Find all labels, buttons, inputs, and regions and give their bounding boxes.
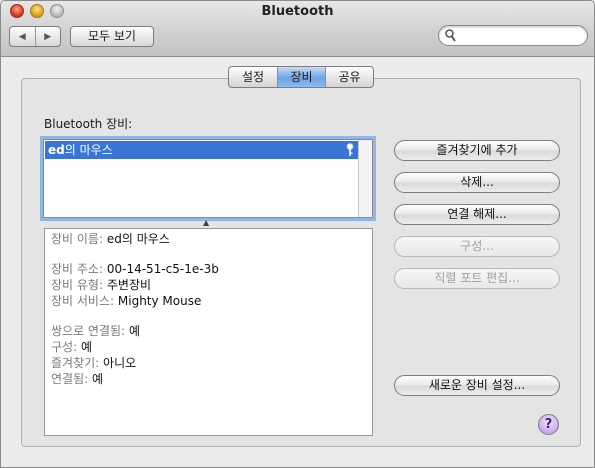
key-icon xyxy=(346,143,354,156)
help-icon: ? xyxy=(544,417,553,432)
device-list-scrollbar[interactable] xyxy=(358,140,372,217)
edit-serial-ports-button[interactable]: 직렬 포트 편집... xyxy=(394,268,560,289)
forward-button[interactable]: ▶ xyxy=(36,27,61,46)
info-paired: 쌍으로 연결됨: 예 xyxy=(51,324,140,338)
delete-button[interactable]: 삭제... xyxy=(394,172,560,193)
search-icon xyxy=(445,29,456,42)
search-field[interactable] xyxy=(438,25,588,46)
help-button[interactable]: ? xyxy=(538,414,559,435)
preferences-window: Bluetooth ◀ ▶ 모두 보기 설정 장비 공유 Bluetooth 장… xyxy=(0,0,595,468)
tab-settings[interactable]: 설정 xyxy=(229,67,277,87)
info-favorite: 즐겨찾기: 아니오 xyxy=(51,356,137,370)
info-device-type: 장비 유형: 주변장비 xyxy=(51,278,152,292)
tab-devices[interactable]: 장비 xyxy=(277,67,325,87)
info-device-services: 장비 서비스: Mighty Mouse xyxy=(51,294,202,308)
configure-button[interactable]: 구성... xyxy=(394,236,560,257)
back-button[interactable]: ◀ xyxy=(10,27,36,46)
window-title: Bluetooth xyxy=(261,4,334,19)
disconnect-button[interactable]: 연결 해제... xyxy=(394,204,560,225)
info-device-name: 장비 이름: ed의 마우스 xyxy=(51,232,170,246)
titlebar: Bluetooth ◀ ▶ 모두 보기 xyxy=(1,1,594,57)
device-list[interactable]: ed의 마우스 xyxy=(43,139,373,218)
show-all-button[interactable]: 모두 보기 xyxy=(70,26,154,47)
back-arrow-icon: ◀ xyxy=(18,31,26,42)
search-input[interactable] xyxy=(459,28,581,43)
add-to-favorites-button[interactable]: 즐겨찾기에 추가 xyxy=(394,140,560,161)
setup-new-device-button[interactable]: 새로운 장비 설정... xyxy=(394,375,560,396)
device-row[interactable]: ed의 마우스 xyxy=(45,141,358,159)
tab-sharing[interactable]: 공유 xyxy=(325,67,373,87)
forward-arrow-icon: ▶ xyxy=(44,31,52,42)
device-name-rest: 의 마우스 xyxy=(64,143,113,157)
devices-section-label: Bluetooth 장비: xyxy=(44,117,133,131)
back-forward-control: ◀ ▶ xyxy=(9,26,61,47)
tab-bar: 설정 장비 공유 xyxy=(228,66,374,88)
info-connected: 연결됨: 예 xyxy=(51,372,104,386)
info-configured: 구성: 예 xyxy=(51,340,92,354)
info-device-address: 장비 주소: 00-14-51-c5-1e-3b xyxy=(51,262,219,276)
device-info-panel: 장비 이름: ed의 마우스 장비 주소: 00-14-51-c5-1e-3b … xyxy=(44,228,373,436)
splitter-handle-icon[interactable]: ▲ xyxy=(203,218,209,227)
device-name-bold: ed xyxy=(48,143,65,157)
